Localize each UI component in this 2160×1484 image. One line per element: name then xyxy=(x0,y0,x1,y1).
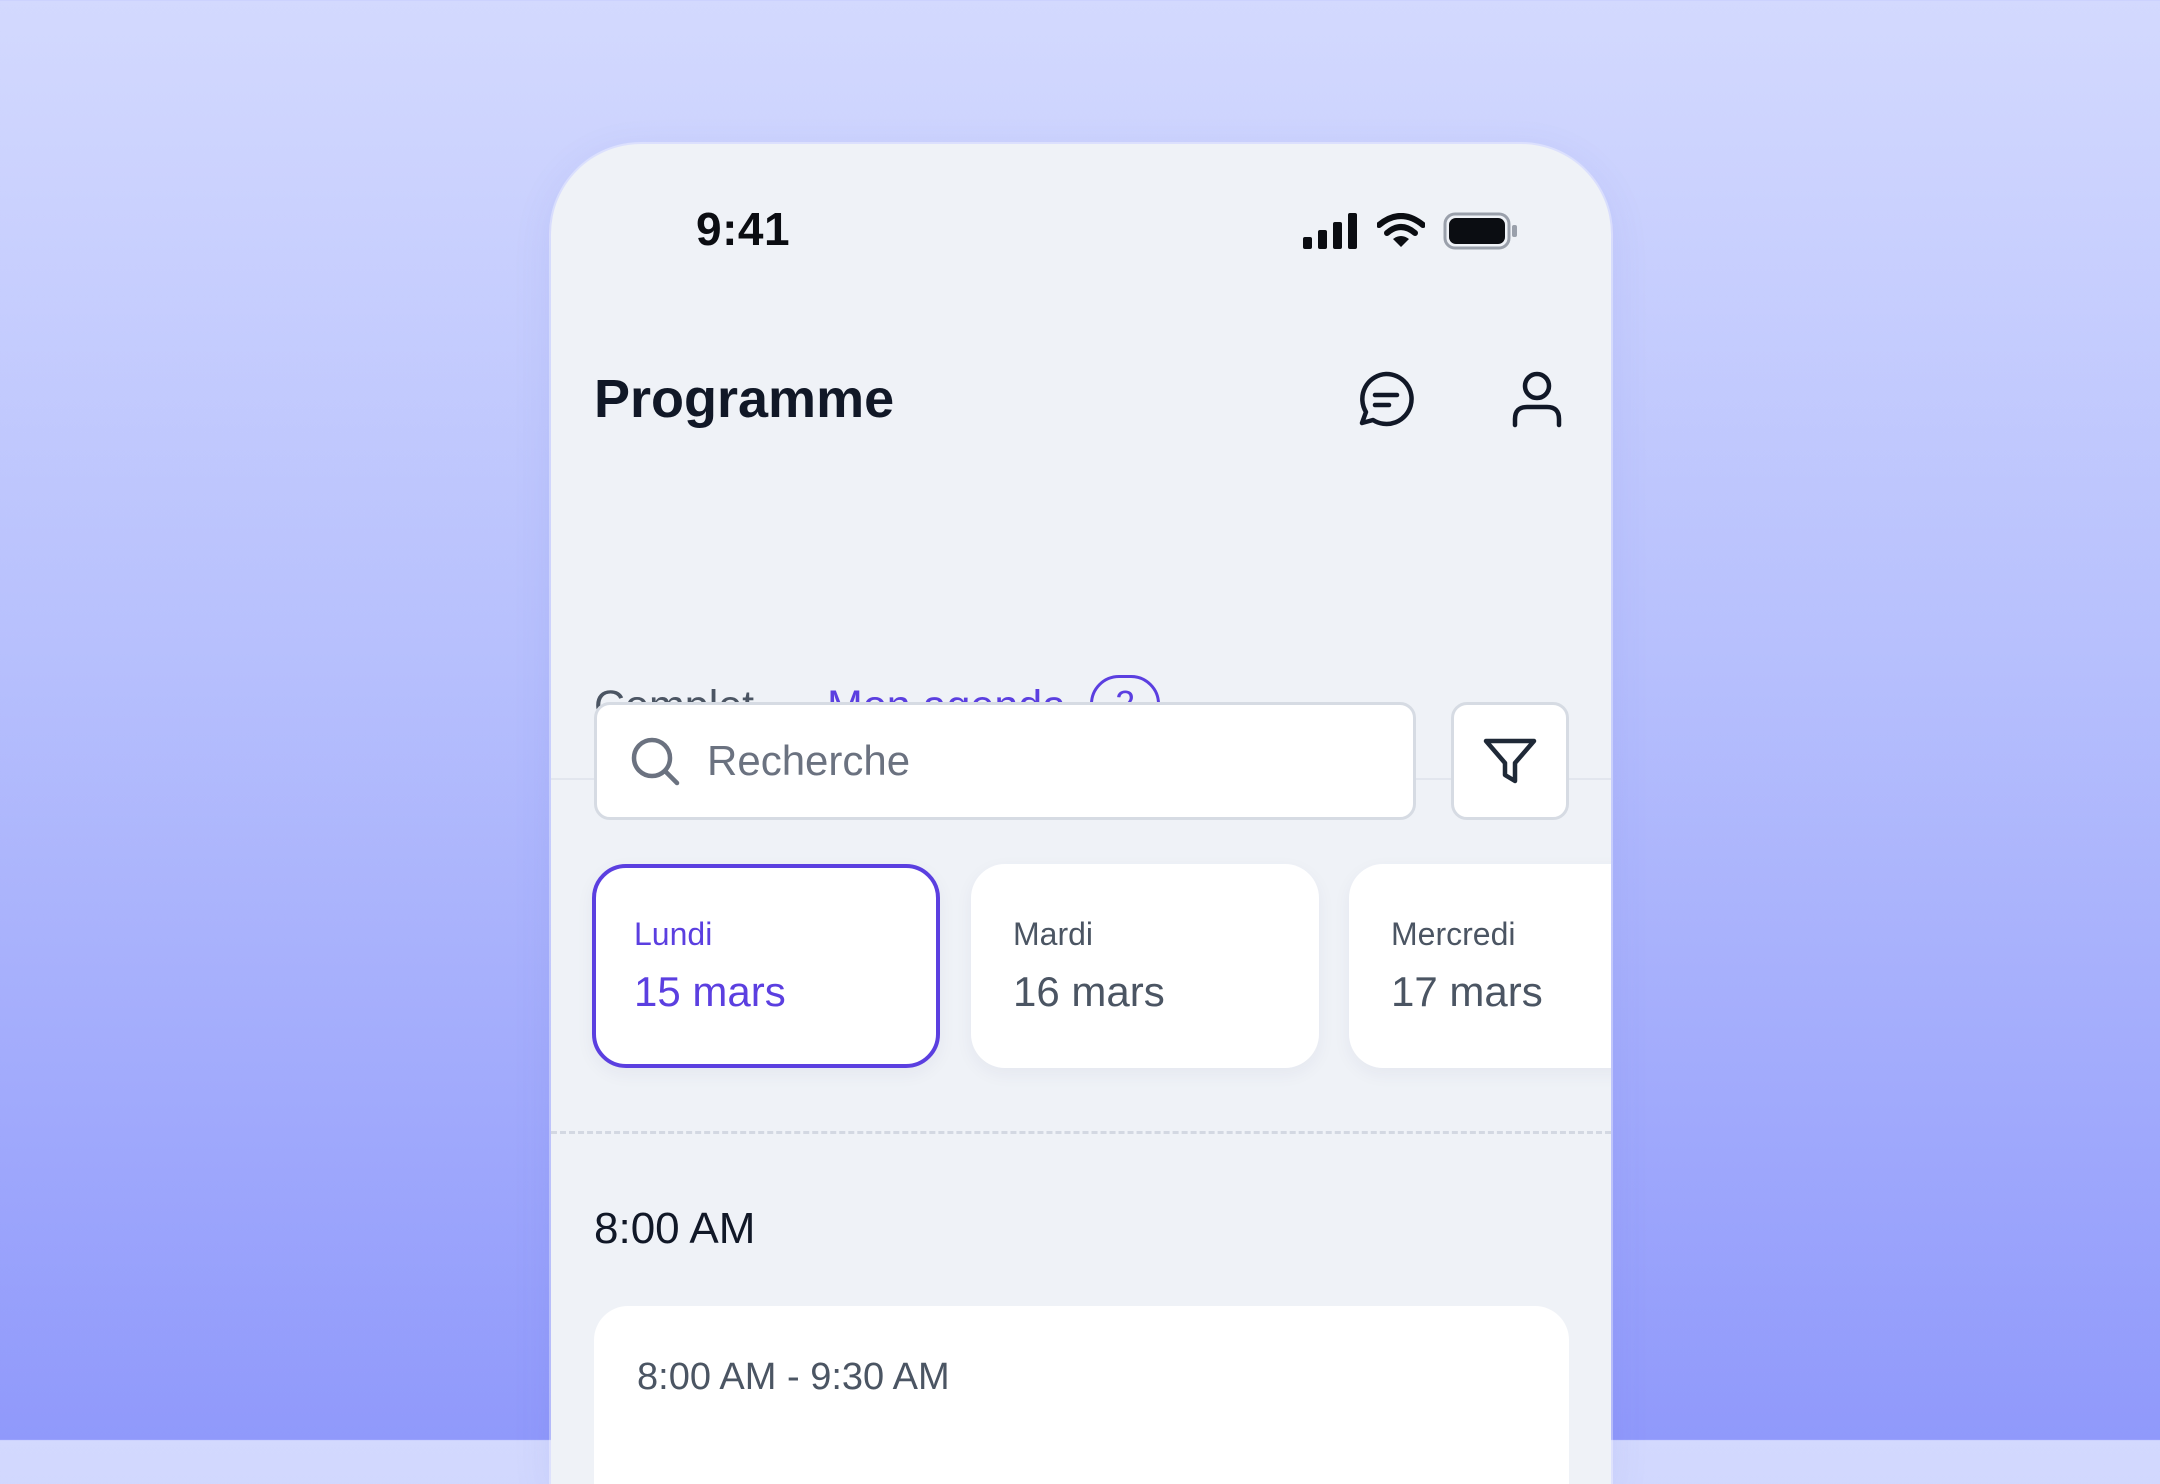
search-input[interactable] xyxy=(705,736,1349,786)
wifi-icon xyxy=(1377,213,1425,247)
chat-bubble-icon xyxy=(1359,371,1414,427)
day-name: Mercredi xyxy=(1391,916,1516,952)
time-slot-heading: 8:00 AM xyxy=(594,1204,756,1253)
search-icon xyxy=(631,737,680,786)
search-box[interactable] xyxy=(594,702,1416,820)
user-icon xyxy=(1512,371,1562,428)
day-date: 17 mars xyxy=(1391,968,1543,1015)
day-date: 15 mars xyxy=(634,968,786,1015)
day-name: Lundi xyxy=(634,916,713,952)
session-card[interactable]: 8:00 AM - 9:30 AM xyxy=(594,1306,1569,1484)
day-card-mercredi[interactable]: Mercredi 17 mars xyxy=(1349,864,1611,1068)
day-card-lundi[interactable]: Lundi 15 mars xyxy=(592,864,940,1068)
day-date: 16 mars xyxy=(1013,968,1165,1015)
battery-icon xyxy=(1443,212,1517,250)
day-card-mardi[interactable]: Mardi 16 mars xyxy=(971,864,1319,1068)
profile-button[interactable] xyxy=(1504,366,1570,432)
section-divider xyxy=(551,1131,1611,1134)
messages-button[interactable] xyxy=(1353,366,1419,432)
status-icons xyxy=(1303,212,1519,250)
page-title: Programme xyxy=(594,369,895,429)
status-time: 9:41 xyxy=(696,203,791,255)
filter-icon xyxy=(1483,738,1537,784)
day-name: Mardi xyxy=(1013,916,1094,952)
cellular-signal-icon xyxy=(1303,213,1357,249)
phone-screen: 9:41 Programme Recherche Lundi 15 mars M… xyxy=(551,144,1611,1484)
session-time-range: 8:00 AM - 9:30 AM xyxy=(637,1356,950,1398)
filter-button[interactable] xyxy=(1451,702,1569,820)
